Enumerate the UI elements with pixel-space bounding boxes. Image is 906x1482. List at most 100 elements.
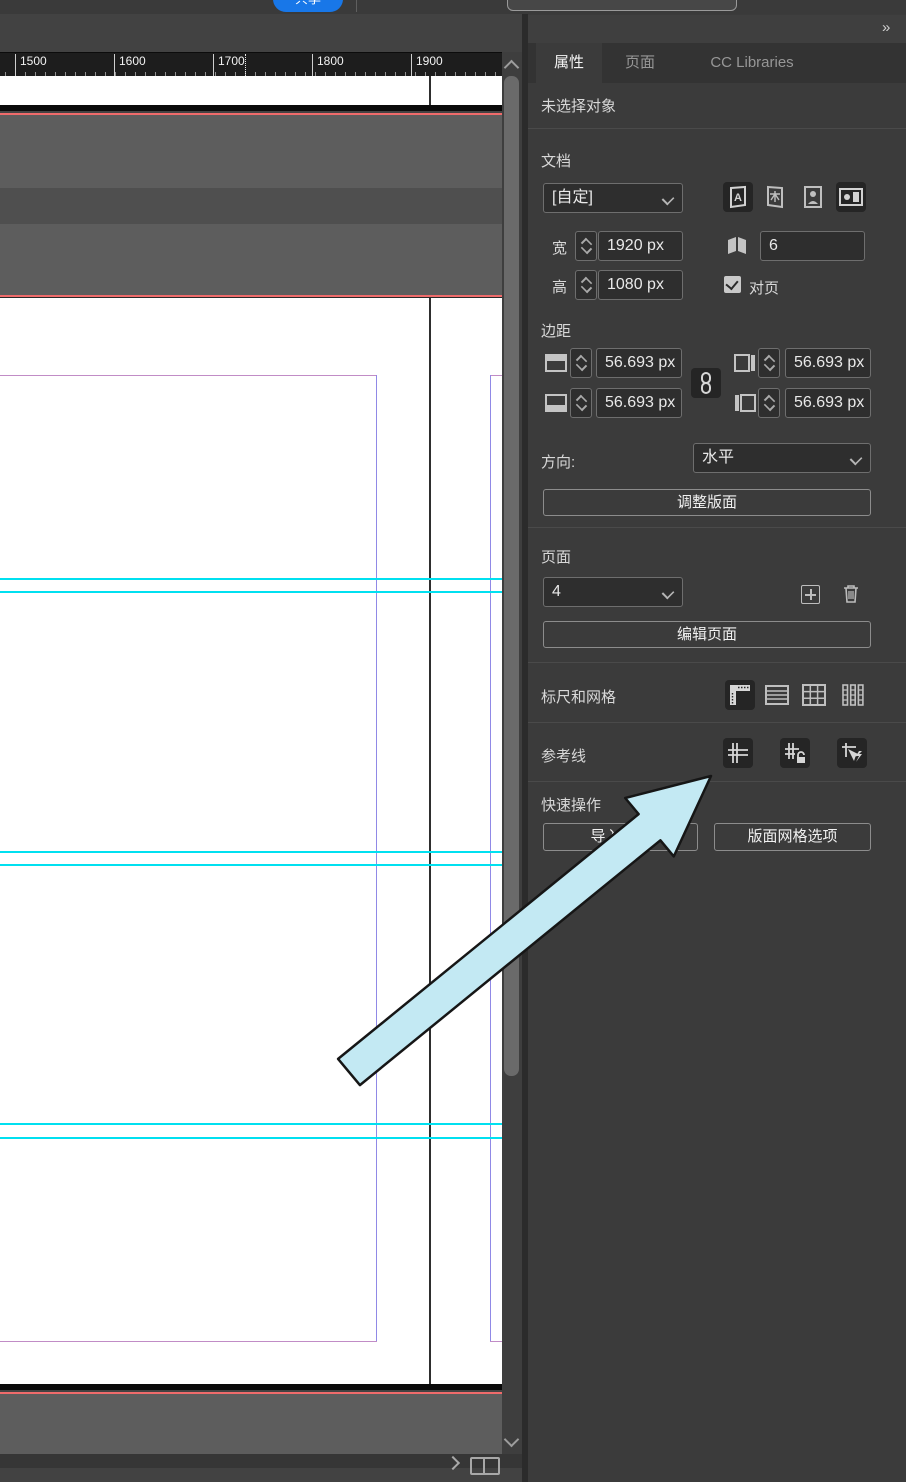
page-count-icon — [722, 231, 752, 261]
ruler-tick-label: 1500 — [15, 54, 47, 77]
chevron-down-icon — [849, 452, 863, 466]
width-input[interactable]: 1920 px — [598, 231, 683, 261]
section-divider — [528, 527, 906, 528]
show-rulers-button[interactable] — [725, 680, 755, 710]
width-label: 宽 — [552, 240, 568, 257]
section-divider — [528, 781, 906, 782]
app-bar-search-input[interactable] — [507, 0, 737, 11]
column-guide[interactable] — [376, 375, 377, 1341]
baseline-grid-icon — [765, 685, 789, 705]
import-file-button[interactable]: 导入文件 — [543, 823, 698, 851]
binding-rtl-button[interactable] — [760, 182, 790, 212]
link-margins-button[interactable] — [691, 368, 721, 398]
margin-left-input[interactable]: 56.693 px — [785, 388, 871, 418]
ruler-corner-icon — [730, 685, 750, 705]
scrollbar-thumb[interactable] — [504, 76, 519, 1076]
section-divider — [528, 722, 906, 723]
margin-bottom-stepper[interactable] — [570, 388, 592, 418]
margin-top-stepper[interactable] — [570, 348, 592, 378]
margin-right-stepper[interactable] — [758, 348, 780, 378]
page-edge — [0, 1384, 502, 1390]
margin-right-input[interactable]: 56.693 px — [785, 348, 871, 378]
document-preset-select[interactable]: [自定] — [543, 183, 683, 213]
tab-cc-libraries[interactable]: CC Libraries — [678, 43, 826, 83]
current-page-select[interactable]: 4 — [543, 577, 683, 607]
portrait-orientation-button[interactable] — [798, 182, 828, 212]
latin-page-icon: A — [730, 185, 746, 209]
margins-section-title: 边距 — [541, 323, 572, 340]
pasteboard[interactable] — [0, 115, 502, 188]
lock-guides-button[interactable] — [780, 738, 810, 768]
margin-guide-bottom[interactable] — [0, 1341, 377, 1342]
document-preset-value: [自定] — [552, 189, 593, 206]
previous-spread-page-bottom — [0, 76, 502, 105]
layout-grid-icon — [842, 684, 864, 706]
canvas-status-bar — [0, 1454, 522, 1468]
facing-pages-label: 对页 — [749, 280, 780, 297]
ruler-guide[interactable] — [0, 851, 502, 853]
ruler-tick-label: 1700 — [213, 54, 245, 77]
selection-status: 未选择对象 — [541, 98, 617, 115]
height-input[interactable]: 1080 px — [598, 270, 683, 300]
margin-top-icon — [541, 348, 571, 378]
add-page-button[interactable] — [801, 585, 820, 604]
margin-guide-top[interactable] — [0, 375, 377, 376]
direction-select[interactable]: 水平 — [693, 443, 871, 473]
document-grid-button[interactable] — [799, 680, 829, 710]
baseline-grid-button[interactable] — [762, 680, 792, 710]
pages-section-title: 页面 — [541, 549, 572, 566]
grid-icon — [802, 684, 826, 706]
chevron-down-icon — [661, 586, 675, 600]
ruler-guide[interactable] — [0, 591, 502, 593]
margin-guide-top-right-page[interactable] — [490, 375, 502, 376]
horizontal-ruler[interactable]: 1500 1600 1700 1800 1900 — [0, 52, 522, 77]
share-button[interactable]: 共享 — [273, 0, 343, 12]
facing-pages-checkbox[interactable] — [724, 276, 741, 293]
margin-right-icon — [730, 348, 760, 378]
ruler-guide[interactable] — [0, 578, 502, 580]
pasteboard[interactable] — [0, 1394, 502, 1454]
ruler-tick-label: 1800 — [312, 54, 344, 77]
layout-grid-button[interactable] — [838, 680, 868, 710]
cjk-page-icon — [767, 185, 783, 209]
landscape-icon — [839, 188, 863, 206]
ruler-guide[interactable] — [0, 1137, 502, 1139]
app-bar-separator — [356, 0, 357, 12]
ruler-guide[interactable] — [0, 864, 502, 866]
page-spine-line — [429, 298, 431, 1384]
document-page[interactable] — [0, 297, 502, 1385]
quick-actions-title: 快速操作 — [541, 797, 602, 814]
height-label: 高 — [552, 279, 568, 296]
smart-guides-button[interactable] — [837, 738, 867, 768]
landscape-orientation-button[interactable] — [836, 182, 866, 212]
current-page-value: 4 — [552, 583, 561, 600]
binding-ltr-button[interactable]: A — [723, 182, 753, 212]
direction-value: 水平 — [702, 449, 735, 466]
pasteboard[interactable] — [0, 224, 502, 295]
margin-left-stepper[interactable] — [758, 388, 780, 418]
column-guide[interactable] — [490, 375, 491, 1341]
ruler-tick-label: 1600 — [114, 54, 146, 77]
show-guides-button[interactable] — [723, 738, 753, 768]
margin-top-input[interactable]: 56.693 px — [596, 348, 682, 378]
spread-gap — [0, 188, 502, 224]
guides-lock-icon — [785, 743, 805, 763]
layout-grid-options-button[interactable]: 版面网格选项 — [714, 823, 871, 851]
delete-page-button[interactable] — [842, 583, 860, 609]
adjust-layout-button[interactable]: 调整版面 — [543, 489, 871, 516]
collapse-panel-icon[interactable]: » — [882, 19, 890, 36]
document-section-title: 文档 — [541, 153, 572, 170]
tab-properties[interactable]: 属性 — [536, 43, 602, 83]
margin-bottom-input[interactable]: 56.693 px — [596, 388, 682, 418]
section-divider — [528, 662, 906, 663]
height-stepper[interactable] — [575, 270, 597, 300]
page-spine-line — [429, 76, 431, 105]
page-count-input[interactable]: 6 — [760, 231, 865, 261]
width-stepper[interactable] — [575, 231, 597, 261]
spread-icon[interactable] — [470, 1457, 500, 1475]
trash-icon — [844, 585, 858, 603]
ruler-guide[interactable] — [0, 1123, 502, 1125]
margin-guide-bottom-right-page[interactable] — [490, 1341, 502, 1342]
tab-pages[interactable]: 页面 — [602, 43, 678, 83]
edit-pages-button[interactable]: 编辑页面 — [543, 621, 871, 648]
